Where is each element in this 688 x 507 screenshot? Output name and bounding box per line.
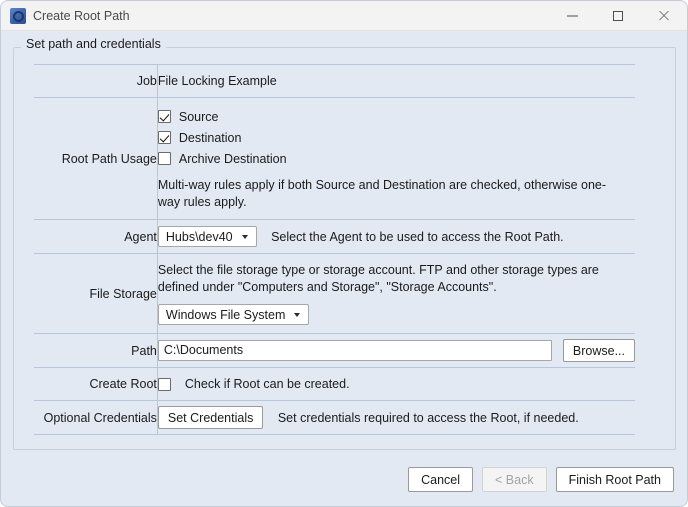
root-path-usage-label: Root Path Usage xyxy=(34,97,158,220)
form-row-file-storage: File Storage Select the file storage typ… xyxy=(34,253,635,334)
file-storage-label: File Storage xyxy=(34,253,158,334)
close-button[interactable] xyxy=(643,1,687,30)
file-storage-help: Select the file storage type or storage … xyxy=(157,263,599,294)
form-row-root-path-usage: Root Path Usage Source Destination Archi… xyxy=(34,97,635,220)
title-bar: Create Root Path xyxy=(1,1,687,31)
agent-select-value: Hubs\dev40 xyxy=(165,229,233,244)
groupbox-legend: Set path and credentials xyxy=(21,37,166,51)
agent-label: Agent xyxy=(34,219,158,254)
root-path-form: Job File Locking Example Root Path Usage… xyxy=(34,64,635,435)
back-button: < Back xyxy=(482,467,547,492)
finish-root-path-button[interactable]: Finish Root Path xyxy=(555,467,674,492)
create-root-label: Create Root xyxy=(34,367,158,401)
form-row-path: Path C:\Documents Browse... xyxy=(34,333,635,368)
form-row-job: Job File Locking Example xyxy=(34,64,635,98)
form-row-optional-credentials: Optional Credentials Set Credentials Set… xyxy=(34,400,635,435)
app-ring-icon xyxy=(10,8,26,24)
chevron-down-icon xyxy=(241,234,248,239)
window-title: Create Root Path xyxy=(33,9,130,23)
path-label: Path xyxy=(34,333,158,368)
form-row-create-root: Create Root Check if Root can be created… xyxy=(34,367,635,401)
optional-credentials-label: Optional Credentials xyxy=(34,400,158,435)
dialog-footer: Cancel < Back Finish Root Path xyxy=(408,467,674,492)
checkbox-archive-destination-label: Archive Destination xyxy=(178,151,287,166)
job-label: Job xyxy=(34,64,158,98)
file-storage-select[interactable]: Windows File System xyxy=(157,304,310,325)
set-credentials-button[interactable]: Set Credentials xyxy=(157,406,264,429)
checkbox-archive-destination-box[interactable] xyxy=(157,152,171,165)
checkbox-destination-label: Destination xyxy=(178,130,242,145)
app-icon-ring xyxy=(12,10,24,22)
checkbox-destination[interactable]: Destination xyxy=(157,127,635,148)
agent-select[interactable]: Hubs\dev40 xyxy=(157,226,257,247)
checkbox-create-root[interactable]: Check if Root can be created. xyxy=(157,374,635,395)
form-row-agent: Agent Hubs\dev40 Select the Agent to be … xyxy=(34,219,635,254)
checkbox-create-root-box[interactable] xyxy=(157,377,171,391)
chevron-down-icon xyxy=(294,312,301,317)
minimize-button[interactable] xyxy=(551,1,597,30)
checkbox-archive-destination[interactable]: Archive Destination xyxy=(157,148,635,169)
minimize-icon xyxy=(567,15,578,17)
cancel-button[interactable]: Cancel xyxy=(408,467,474,492)
maximize-icon xyxy=(613,11,623,21)
checkbox-create-root-label: Check if Root can be created. xyxy=(184,377,350,391)
checkbox-source-box[interactable] xyxy=(157,110,171,123)
optional-credentials-description: Set credentials required to access the R… xyxy=(277,411,579,426)
agent-description: Select the Agent to be used to access th… xyxy=(271,229,564,244)
close-icon xyxy=(659,11,669,21)
checkbox-source[interactable]: Source xyxy=(157,106,635,127)
file-storage-select-value: Windows File System xyxy=(165,307,286,322)
path-input[interactable]: C:\Documents xyxy=(157,340,552,361)
browse-button[interactable]: Browse... xyxy=(562,339,635,362)
maximize-button[interactable] xyxy=(597,1,643,30)
checkbox-source-label: Source xyxy=(178,109,219,124)
root-path-usage-options: Source Destination Archive Destination M… xyxy=(157,98,635,219)
checkbox-destination-box[interactable] xyxy=(157,131,171,144)
job-value: File Locking Example xyxy=(157,64,635,98)
root-path-usage-help: Multi-way rules apply if both Source and… xyxy=(157,178,607,209)
create-root-path-dialog: Create Root Path Set path and credential… xyxy=(0,0,688,507)
